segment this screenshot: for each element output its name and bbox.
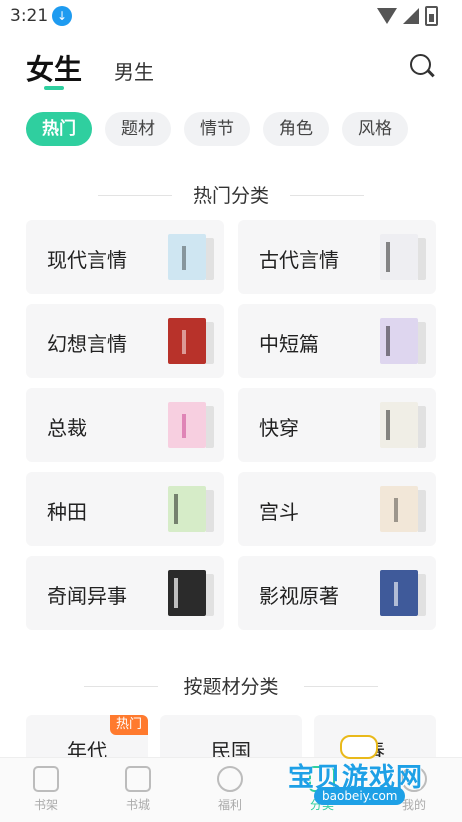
nav-label: 福利: [217, 798, 242, 812]
nav-label: 书城: [125, 798, 150, 812]
category-card[interactable]: 现代言情: [26, 220, 224, 294]
category-name: 宫斗: [259, 500, 299, 524]
category-name: 总裁: [47, 416, 87, 440]
category-card[interactable]: 古代言情: [238, 220, 436, 294]
book-cover: [380, 402, 426, 448]
category-name: 幻想言情: [47, 332, 127, 356]
section-hot-label: 热门分类: [192, 185, 269, 207]
book-cover: [168, 234, 214, 280]
chip-role[interactable]: 角色: [263, 112, 329, 146]
category-card[interactable]: 奇闻异事: [26, 556, 224, 630]
category-card[interactable]: 中短篇: [238, 304, 436, 378]
signal-icon: [403, 8, 419, 24]
book-cover: [380, 234, 426, 280]
hot-badge: 热门: [109, 715, 148, 735]
category-name: 奇闻异事: [47, 584, 127, 608]
book-cover: [380, 486, 426, 532]
nav-bookstore[interactable]: 书城: [108, 766, 168, 813]
tab-male[interactable]: 男生: [114, 56, 154, 85]
category-card[interactable]: 宫斗: [238, 472, 436, 546]
category-card[interactable]: 影视原著: [238, 556, 436, 630]
category-name: 现代言情: [47, 248, 127, 272]
chip-style[interactable]: 风格: [342, 112, 408, 146]
category-name: 中短篇: [259, 332, 319, 356]
watermark-logo: 宝贝游戏网 baobeiy.com: [288, 735, 438, 807]
chip-plot[interactable]: 情节: [184, 112, 250, 146]
wifi-icon: [377, 8, 397, 24]
nav-welfare[interactable]: 福利: [200, 766, 260, 813]
filter-chips: 热门 题材 情节 角色 风格: [26, 112, 408, 146]
active-tab-indicator: [44, 86, 64, 90]
book-cover: [168, 402, 214, 448]
tab-female[interactable]: 女生: [26, 48, 82, 88]
book-cover: [168, 486, 214, 532]
category-card[interactable]: 幻想言情: [26, 304, 224, 378]
nav-label: 书架: [33, 798, 58, 812]
download-icon: ↓: [52, 6, 72, 26]
section-title-theme: 按题材分类: [0, 672, 462, 699]
book-cover: [168, 570, 214, 616]
gamepad-icon: [340, 735, 378, 759]
book-icon: [125, 766, 151, 792]
book-cover: [380, 318, 426, 364]
section-theme-label: 按题材分类: [183, 676, 279, 698]
category-name: 影视原著: [259, 584, 339, 608]
category-name: 快穿: [259, 416, 299, 440]
chip-theme[interactable]: 题材: [105, 112, 171, 146]
status-time: 3:21: [10, 6, 49, 26]
system-icons: [377, 6, 438, 26]
nav-bookshelf[interactable]: 书架: [16, 766, 76, 813]
book-cover: [168, 318, 214, 364]
chip-hot[interactable]: 热门: [26, 112, 92, 146]
search-icon[interactable]: [410, 54, 435, 78]
coin-icon: [217, 766, 243, 792]
category-name: 种田: [47, 500, 87, 524]
category-card[interactable]: 种田: [26, 472, 224, 546]
book-cover: [380, 570, 426, 616]
category-name: 古代言情: [259, 248, 339, 272]
watermark-url: baobeiy.com: [314, 787, 406, 805]
bookshelf-icon: [33, 766, 59, 792]
status-bar: 3:21 ↓: [0, 0, 462, 32]
category-card[interactable]: 总裁: [26, 388, 224, 462]
category-card[interactable]: 快穿: [238, 388, 436, 462]
section-title-hot: 热门分类: [0, 181, 462, 208]
battery-icon: [425, 6, 438, 26]
